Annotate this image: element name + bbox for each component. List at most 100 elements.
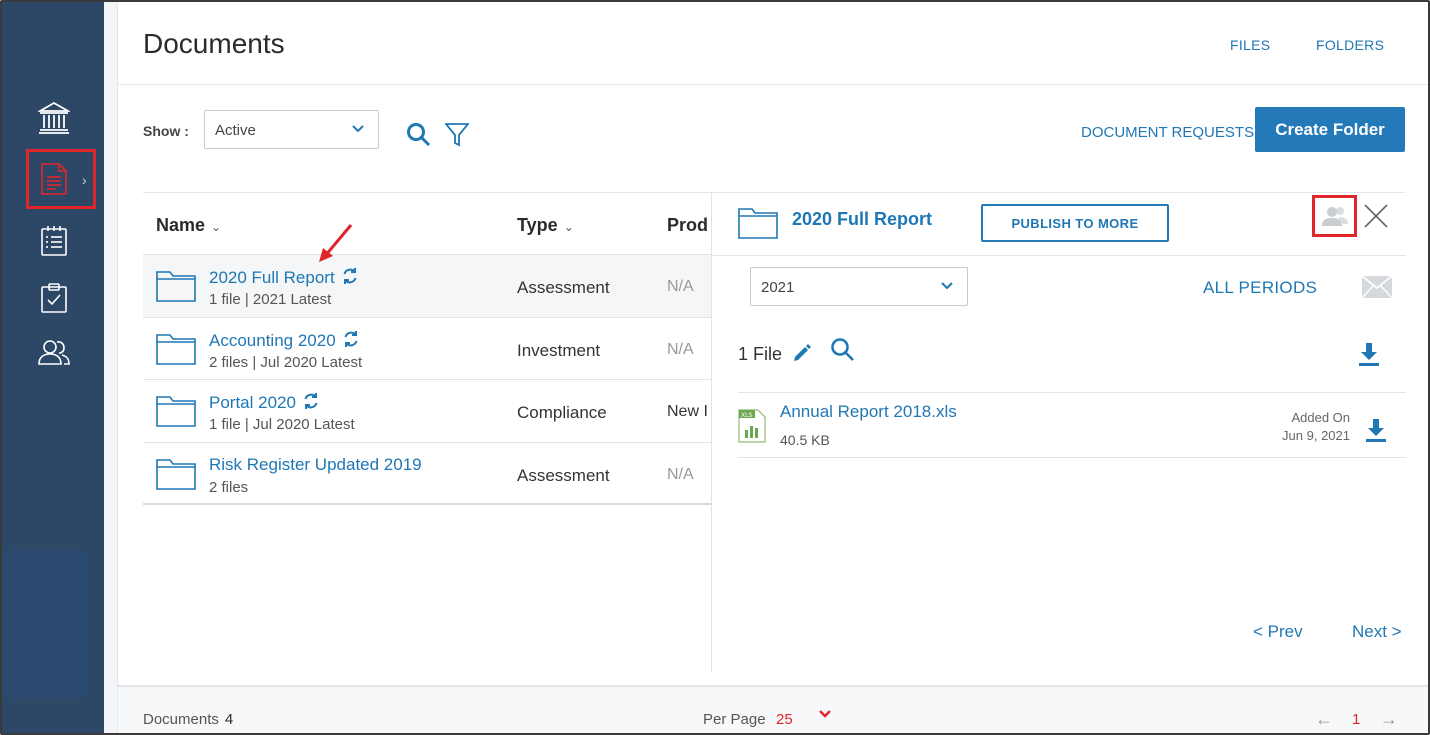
file-count: 1 File [738,344,783,364]
file-size: 40.5 KB [780,432,830,448]
chevron-down-icon[interactable] [818,709,832,719]
added-on-label: Added On [1291,410,1350,425]
download-all-icon[interactable] [1357,341,1381,367]
checklist-icon[interactable] [36,223,72,259]
panel-title: 2020 Full Report [792,209,933,229]
publish-to-more-button[interactable]: PUBLISH TO MORE [981,204,1169,242]
period-select[interactable]: 2021 [750,267,968,306]
show-filter-select[interactable]: Active [204,110,379,149]
prev-page-link[interactable]: < Prev [1253,622,1303,642]
table-row[interactable]: Portal 2020 1 file | Jul 2020 Latest Com… [143,380,712,443]
folder-product: N/A [667,465,694,483]
folder-icon [156,458,196,490]
per-page-value[interactable]: 25 [776,711,793,728]
tab-files[interactable]: FILES [1230,37,1270,53]
folder-name: 2020 Full Report [209,268,335,287]
folder-product: N/A [667,278,694,295]
mail-icon[interactable] [1361,275,1393,299]
chevron-down-icon: ⌄ [211,220,222,234]
folder-name-link[interactable]: Portal 2020 [209,392,320,413]
added-on-date: Jun 9, 2021 [1282,428,1350,443]
page-footer: Documents 4 Per Page 25 ← 1 → [118,685,1428,733]
documents-count-label: Documents [143,711,219,728]
sidebar-divider [104,2,118,733]
chevron-down-icon: ⌄ [563,220,574,234]
sync-icon [344,330,358,347]
arrow-right-icon[interactable]: → [1380,709,1398,730]
all-periods-link[interactable]: ALL PERIODS [1203,278,1317,298]
folder-type: Compliance [517,403,607,422]
table-row[interactable]: Accounting 2020 2 files | Jul 2020 Lates… [143,318,712,380]
sync-icon [304,393,318,409]
documents-table: Name ⌄ Type ⌄ Prod 2020 Full Report 1 file… [143,192,712,505]
document-requests-link[interactable]: DOCUMENT REQUESTS [1081,124,1254,141]
panel-header: 2020 Full Report PUBLISH TO MORE [712,193,1406,256]
folder-icon [156,396,196,427]
file-added-on: Added On Jun 9, 2021 [1282,409,1350,445]
folder-icon [156,333,196,365]
column-header-name-label: Name [156,215,206,235]
create-folder-button[interactable]: Create Folder [1255,107,1405,152]
document-icon[interactable] [36,161,72,197]
column-header-type[interactable]: Type ⌄ [517,215,574,236]
per-page-label: Per Page [703,711,766,728]
bank-icon[interactable] [36,100,72,136]
column-header-type-label: Type [517,215,558,235]
next-page-link[interactable]: Next > [1352,622,1402,642]
filter-icon[interactable] [444,122,470,153]
download-icon[interactable] [1364,417,1388,443]
sync-icon [343,268,357,284]
page-title: Documents [143,28,285,59]
sidebar-lower-panel [2,550,86,698]
folder-name: Accounting 2020 [209,330,336,350]
share-users-icon [1321,207,1348,226]
folder-meta: 2 files | Jul 2020 Latest [209,353,363,371]
xls-file-icon: XLS [738,409,766,443]
folder-name-link[interactable]: Accounting 2020 [209,330,360,351]
folder-product: N/A [667,340,694,358]
share-users-button[interactable] [1312,195,1357,237]
folder-product: New I [667,403,708,420]
edit-icon[interactable] [792,343,812,363]
folder-meta: 1 file | 2021 Latest [209,291,332,308]
search-icon[interactable] [406,122,432,153]
users-icon[interactable] [36,334,72,370]
file-list-item[interactable]: XLS Annual Report 2018.xls 40.5 KB Added… [738,392,1406,458]
search-icon[interactable] [830,337,856,363]
folder-type: Assessment [517,278,610,297]
show-label: Show : [143,123,189,139]
folder-type: Investment [517,340,601,360]
sidebar: › [2,2,104,733]
show-filter-value: Active [215,122,256,139]
file-name-link[interactable]: Annual Report 2018.xls [780,402,957,422]
folder-meta: 2 files [209,478,249,496]
folder-name-link[interactable]: Risk Register Updated 2019 [209,455,422,475]
folder-meta: 1 file | Jul 2020 Latest [209,416,355,433]
table-row[interactable]: 2020 Full Report 1 file | 2021 Latest As… [143,255,712,318]
folder-name: Portal 2020 [209,393,296,412]
current-page-number[interactable]: 1 [1352,711,1360,728]
app-window: › Documents FILES FOLDERS Show: Active … [0,0,1430,735]
page-header: Documents FILES FOLDERS [118,2,1428,85]
folder-type: Assessment [517,465,610,485]
table-row[interactable]: Risk Register Updated 2019 2 files Asses… [143,443,712,505]
close-icon[interactable] [1363,203,1389,229]
folder-detail-panel: 2020 Full Report PUBLISH TO MORE 2021 AL… [711,192,1406,672]
tab-folders[interactable]: FOLDERS [1316,37,1384,53]
clipboard-check-icon[interactable] [36,280,72,316]
folder-icon [738,208,778,239]
documents-count: Documents 4 [143,711,233,728]
svg-text:XLS: XLS [741,412,752,419]
folder-icon [156,271,196,302]
sidebar-expand-chevron-icon[interactable]: › [82,172,87,188]
arrow-left-icon[interactable]: ← [1315,709,1333,730]
column-header-product[interactable]: Prod [667,215,708,236]
chevron-down-icon [352,122,364,136]
annotation-arrow-icon [319,224,353,262]
column-header-name[interactable]: Name ⌄ [156,215,221,236]
period-select-value: 2021 [761,279,795,296]
documents-count-value: 4 [224,711,234,728]
table-header: Name ⌄ Type ⌄ Prod [143,192,712,255]
folder-name-link[interactable]: 2020 Full Report [209,267,359,288]
chevron-down-icon [941,279,953,293]
